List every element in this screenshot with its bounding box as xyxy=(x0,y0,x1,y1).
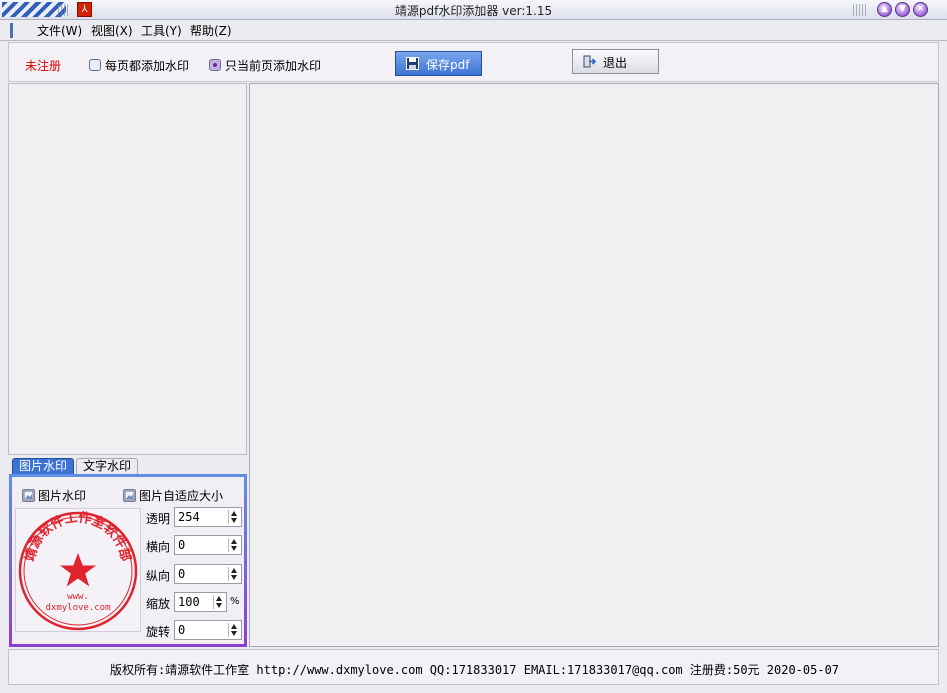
close-button[interactable]: ✕ xyxy=(913,2,928,17)
scale-label: 缩放 xyxy=(146,597,171,611)
picture-icon xyxy=(124,490,135,501)
exit-label: 退出 xyxy=(603,56,628,70)
stamp-domain-text: dxmylove.com xyxy=(45,603,110,613)
maximize-icon: ▼ xyxy=(899,4,906,14)
watermark-image-preview: 靖源软件工作室软件部 www. dxmylove.com xyxy=(15,508,141,632)
close-icon: ✕ xyxy=(916,4,925,14)
page-thumbnail-panel[interactable] xyxy=(8,83,247,455)
watermark-settings-body: 图片水印 图片自适应大小 靖源软件工作室软件部 www. dxmylove.co… xyxy=(12,477,244,644)
unregistered-label: 未注册 xyxy=(25,59,62,73)
rotation-value: 0 xyxy=(178,623,186,637)
floppy-disk-icon xyxy=(406,57,419,70)
menu-grip xyxy=(10,23,13,38)
title-bar[interactable]: ⅄ 靖源pdf水印添加器 ver:1.15 ▲ ▼ ✕ xyxy=(0,0,947,20)
horizontal-label: 横向 xyxy=(146,540,171,554)
menu-view[interactable]: 视图(X) xyxy=(91,23,133,39)
copyright-text: 版权所有:靖源软件工作室 http://www.dxmylove.com QQ:… xyxy=(109,663,840,677)
fit-size-checkbox[interactable] xyxy=(123,489,136,502)
opacity-spinner[interactable]: 254 xyxy=(174,507,242,527)
every-page-label[interactable]: 每页都添加水印 xyxy=(105,57,189,74)
opacity-label: 透明 xyxy=(146,512,171,526)
stamp-www-text: www. xyxy=(67,592,89,602)
vertical-spinner[interactable]: 0 xyxy=(174,564,242,584)
current-page-radio[interactable] xyxy=(209,59,221,71)
maximize-button[interactable]: ▼ xyxy=(895,2,910,17)
spin-arrows-icon[interactable] xyxy=(228,538,239,552)
exit-door-icon xyxy=(583,55,596,68)
stamp-image: 靖源软件工作室软件部 www. dxmylove.com xyxy=(18,510,138,631)
image-watermark-label[interactable]: 图片水印 xyxy=(38,487,86,504)
menu-help[interactable]: 帮助(Z) xyxy=(190,23,232,39)
opacity-value: 254 xyxy=(178,510,200,524)
toolbar: 未注册 每页都添加水印 只当前页添加水印 保存pdf 退出 xyxy=(8,42,939,82)
pdf-preview-canvas[interactable] xyxy=(249,83,939,647)
spin-arrows-icon[interactable] xyxy=(228,567,239,581)
scale-unit: % xyxy=(230,596,240,607)
horizontal-spinner[interactable]: 0 xyxy=(174,535,242,555)
spin-arrows-icon[interactable] xyxy=(213,595,224,609)
window-title: 靖源pdf水印添加器 ver:1.15 xyxy=(394,4,553,18)
stamp-star-icon xyxy=(60,553,96,587)
menu-bar: 文件(W) 视图(X) 工具(Y) 帮助(Z) xyxy=(0,20,947,41)
scale-spinner[interactable]: 100 xyxy=(174,592,227,612)
image-watermark-checkbox[interactable] xyxy=(22,489,35,502)
watermark-settings-panel: 图片水印 图片自适应大小 靖源软件工作室软件部 www. dxmylove.co… xyxy=(9,474,247,647)
status-bar: 版权所有:靖源软件工作室 http://www.dxmylove.com QQ:… xyxy=(8,649,939,685)
every-page-radio[interactable] xyxy=(89,59,101,71)
tab-image-watermark[interactable]: 图片水印 xyxy=(12,458,74,474)
vertical-label: 纵向 xyxy=(146,569,171,583)
exit-button[interactable]: 退出 xyxy=(572,49,659,74)
menu-tools[interactable]: 工具(Y) xyxy=(141,23,182,39)
rotation-label: 旋转 xyxy=(146,625,171,639)
vertical-value: 0 xyxy=(178,567,186,581)
spin-arrows-icon[interactable] xyxy=(228,510,239,524)
minimize-button[interactable]: ▲ xyxy=(877,2,892,17)
spin-arrows-icon[interactable] xyxy=(228,623,239,637)
scale-value: 100 xyxy=(178,595,200,609)
fit-size-label[interactable]: 图片自适应大小 xyxy=(139,487,223,504)
picture-icon xyxy=(23,490,34,501)
save-pdf-label: 保存pdf xyxy=(426,58,470,72)
rotation-spinner[interactable]: 0 xyxy=(174,620,242,640)
title-grip-right xyxy=(853,4,867,16)
horizontal-value: 0 xyxy=(178,538,186,552)
menu-file[interactable]: 文件(W) xyxy=(37,23,82,39)
minimize-icon: ▲ xyxy=(881,4,888,14)
tab-text-watermark[interactable]: 文字水印 xyxy=(76,458,138,474)
save-pdf-button[interactable]: 保存pdf xyxy=(395,51,482,76)
current-page-label[interactable]: 只当前页添加水印 xyxy=(225,57,321,74)
